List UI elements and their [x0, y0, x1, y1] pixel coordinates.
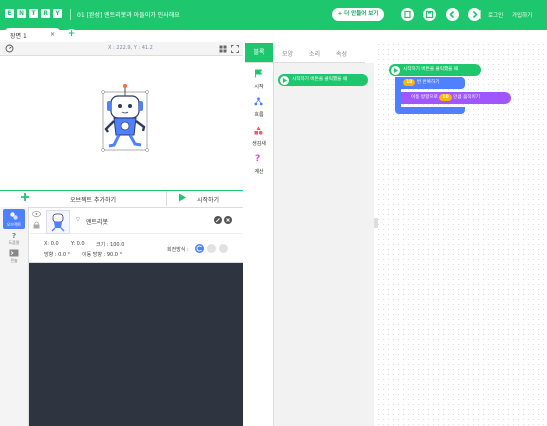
calc-icon[interactable]: ? — [255, 154, 260, 164]
object-side-tab[interactable]: 오브젝트 — [3, 209, 25, 229]
add-object-button[interactable]: 오브젝트 추가하기 — [70, 195, 116, 204]
move-block[interactable]: 이동 방향으로 10 만큼 움직이기 — [401, 92, 511, 104]
repeat-label: 번 반복하기 — [416, 80, 440, 85]
signup-link[interactable]: 가입하기 — [512, 11, 532, 19]
object-thumbnail[interactable] — [46, 210, 70, 234]
rotate-free-icon[interactable] — [195, 244, 204, 253]
logo-letter-t[interactable]: T — [29, 9, 38, 18]
logo-letter-r[interactable]: R — [41, 9, 50, 18]
block-palette — [274, 63, 374, 426]
object-y[interactable]: Y: 0.0 — [71, 241, 85, 247]
object-expand-icon[interactable]: ▽ — [76, 217, 80, 223]
tab-sounds[interactable]: 소리 — [309, 49, 320, 58]
rotate-none-icon[interactable] — [219, 244, 228, 253]
add-scene-button[interactable]: + — [66, 29, 77, 40]
play-icon[interactable] — [178, 193, 187, 204]
run-button[interactable]: 시작하기 — [197, 195, 219, 204]
project-title[interactable]: 01 [완성] 엔트리봇과 아들이가 인사해요 — [77, 10, 180, 19]
category-looks[interactable]: 생김새 — [245, 140, 273, 147]
move-prefix: 이동 방향으로 — [411, 95, 438, 100]
object-bar-divider — [166, 191, 167, 206]
speed-gauge-icon[interactable] — [5, 44, 14, 55]
rotate-horizontal-icon[interactable] — [207, 244, 216, 253]
edit-icon[interactable] — [214, 216, 222, 224]
scene-close-icon[interactable]: × — [50, 31, 55, 38]
object-move-direction[interactable]: 이동 방향 : 90.0 ° — [82, 251, 122, 258]
grid-icon[interactable] — [219, 45, 227, 55]
when-run-play-icon — [391, 65, 400, 75]
fullscreen-icon[interactable] — [231, 45, 239, 55]
lock-icon[interactable] — [33, 221, 40, 231]
looks-icon[interactable] — [254, 126, 263, 137]
object-list-empty-area — [29, 263, 243, 426]
scene-tab-label[interactable]: 장면 1 — [10, 31, 27, 40]
new-file-icon[interactable] — [401, 8, 414, 21]
object-name[interactable]: 엔트리봇 — [86, 217, 108, 226]
stage-coordinates: X : 222.9, Y : 41.2 — [108, 45, 153, 51]
tab-attributes[interactable]: 속성 — [336, 49, 347, 58]
entrybot-sprite[interactable] — [99, 83, 151, 157]
when-run-label: 시작하기 버튼을 클릭했을 때 — [403, 67, 459, 72]
repeat-block[interactable]: 10 번 반복하기 — [395, 77, 465, 89]
undo-icon[interactable] — [446, 8, 459, 21]
logo-letter-y[interactable]: Y — [53, 9, 62, 18]
header-divider — [70, 9, 71, 20]
console-side-tab[interactable]: 콘솔 — [5, 258, 23, 264]
delete-icon[interactable] — [224, 216, 232, 224]
header-divider-2 — [480, 10, 481, 19]
object-x[interactable]: X: 0.0 — [44, 241, 59, 247]
workspace-resize-handle[interactable] — [374, 218, 378, 228]
make-more-button[interactable]: + 더 만들어 보기 — [332, 8, 384, 21]
tab-shapes[interactable]: 모양 — [282, 49, 293, 58]
palette-when-run-label: 시작하기 버튼을 클릭했을 때 — [292, 77, 348, 82]
palette-when-run-block[interactable]: 시작하기 버튼을 클릭했을 때 — [278, 74, 368, 86]
palette-play-icon — [280, 75, 289, 85]
object-side-tab-label: 오브젝트 — [6, 222, 22, 227]
object-size[interactable]: 크기 : 100.0 — [96, 241, 124, 248]
repeat-count[interactable]: 10 — [403, 79, 416, 86]
help-icon[interactable]: ? — [12, 232, 16, 240]
repeat-block-end — [395, 107, 465, 114]
rotation-label: 회전방식 : — [167, 247, 189, 253]
object-direction[interactable]: 방향 : 0.0 ° — [44, 251, 70, 258]
flag-icon[interactable] — [254, 69, 263, 80]
category-calc[interactable]: 계산 — [245, 168, 273, 175]
add-object-plus-icon[interactable] — [20, 192, 30, 204]
eye-icon[interactable] — [32, 211, 41, 219]
logo-letter-e[interactable]: E — [5, 9, 14, 18]
category-start[interactable]: 시작 — [245, 83, 273, 90]
move-suffix: 만큼 움직이기 — [453, 95, 480, 100]
when-run-block[interactable]: 시작하기 버튼을 클릭했을 때 — [389, 64, 481, 76]
tab-blocks[interactable]: 블록 — [245, 43, 273, 62]
logo-letter-n[interactable]: N — [17, 9, 26, 18]
help-side-tab[interactable]: 도움말 — [5, 240, 23, 246]
login-link[interactable]: 로그인 — [488, 11, 503, 19]
move-value[interactable]: 10 — [439, 94, 452, 101]
category-flow[interactable]: 흐름 — [245, 111, 273, 118]
flow-icon[interactable] — [254, 97, 263, 108]
save-icon[interactable] — [423, 8, 436, 21]
